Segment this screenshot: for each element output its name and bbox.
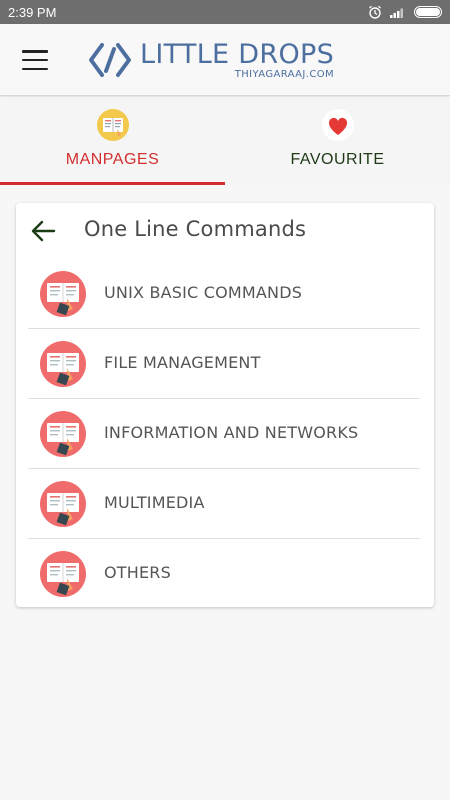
- list-item-label: OTHERS: [104, 563, 171, 582]
- list-item-unix-basic-commands[interactable]: UNIX BASIC COMMANDS: [28, 259, 420, 329]
- commands-card: One Line Commands UNIX BASIC COMMANDS FI…: [16, 203, 434, 607]
- tab-favourite[interactable]: FAVOURITE: [225, 97, 450, 185]
- app-logo: LITTLE DROPS THIYAGARAAJ.COM: [88, 39, 334, 81]
- code-brackets-logo-icon: [89, 43, 131, 77]
- list-item-label: FILE MANAGEMENT: [104, 353, 261, 372]
- list-item-multimedia[interactable]: MULTIMEDIA: [28, 469, 420, 539]
- logo-subtitle: THIYAGARAAJ.COM: [234, 68, 335, 80]
- book-icon: [40, 341, 86, 387]
- book-icon: [40, 411, 86, 457]
- list-item-information-and-networks[interactable]: INFORMATION AND NETWORKS: [28, 399, 420, 469]
- list-item-file-management[interactable]: FILE MANAGEMENT: [28, 329, 420, 399]
- logo-title: LITTLE DROPS: [140, 38, 335, 70]
- card-header: One Line Commands: [16, 203, 434, 259]
- tab-bar: MANPAGES FAVOURITE: [0, 97, 450, 185]
- book-icon: [40, 551, 86, 597]
- tab-manpages-label: MANPAGES: [65, 151, 160, 168]
- book-icon: [40, 481, 86, 527]
- tab-favourite-label: FAVOURITE: [290, 151, 385, 168]
- heart-icon: [321, 109, 354, 141]
- list-item-label: UNIX BASIC COMMANDS: [104, 283, 303, 302]
- list-item-label: MULTIMEDIA: [104, 493, 205, 512]
- battery-icon: [414, 6, 442, 18]
- book-icon: [40, 271, 86, 317]
- app-bar: LITTLE DROPS THIYAGARAAJ.COM: [0, 24, 450, 96]
- manpages-icon: [96, 109, 129, 141]
- list-item-others[interactable]: OTHERS: [28, 539, 420, 609]
- status-bar: 2:39 PM: [0, 0, 450, 24]
- active-tab-indicator: [0, 182, 225, 185]
- card-title: One Line Commands: [84, 217, 307, 241]
- back-arrow-icon[interactable]: [30, 219, 56, 243]
- tab-manpages[interactable]: MANPAGES: [0, 97, 225, 185]
- list-item-label: INFORMATION AND NETWORKS: [104, 423, 359, 442]
- command-category-list: UNIX BASIC COMMANDS FILE MANAGEMENT INFO…: [28, 259, 420, 609]
- status-icons: [368, 5, 442, 19]
- hamburger-menu-button[interactable]: [22, 50, 48, 70]
- alarm-icon: [369, 5, 381, 19]
- status-time: 2:39 PM: [8, 4, 57, 20]
- signal-icon: [390, 8, 403, 18]
